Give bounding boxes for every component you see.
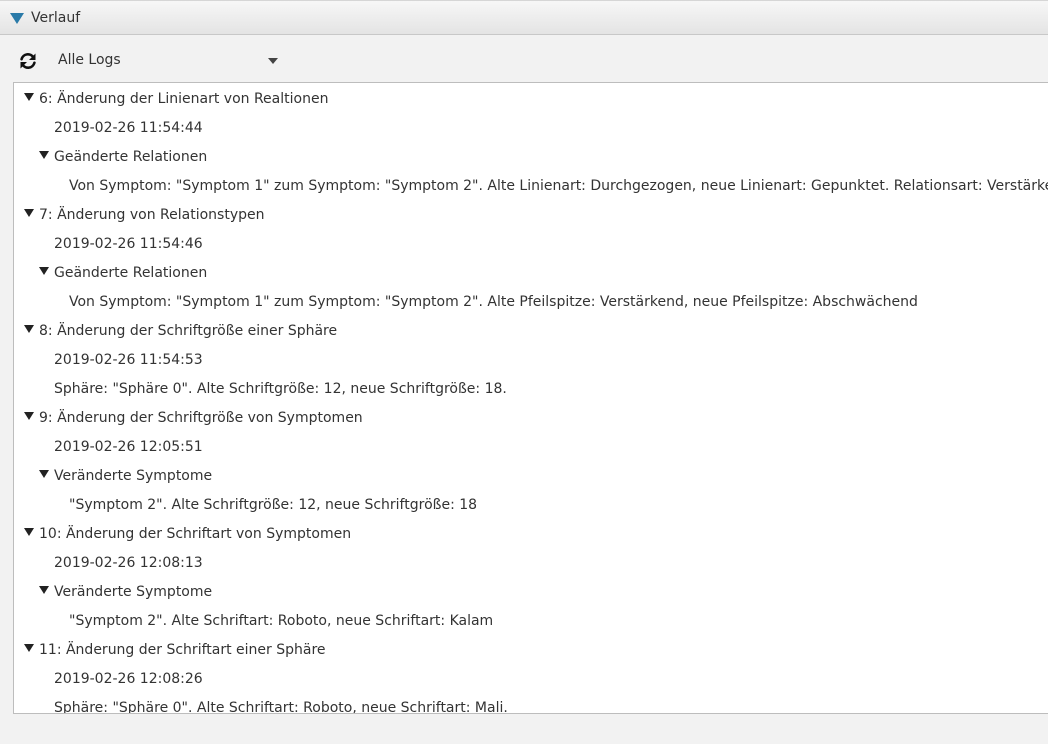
tree-item-timestamp[interactable]: 2019-02-26 11:54:53 [54, 346, 203, 375]
tree-item-detail[interactable]: Sphäre: "Sphäre 0". Alte Schriftart: Rob… [54, 694, 508, 713]
tree-item-timestamp[interactable]: 2019-02-26 11:54:46 [54, 230, 203, 259]
tree-item-entry-header[interactable]: 6: Änderung der Linienart von Realtionen [24, 85, 328, 114]
tree-item-entry-header[interactable]: 11: Änderung der Schriftart einer Sphäre [24, 636, 326, 665]
expanded-triangle-icon[interactable] [39, 267, 49, 275]
chevron-down-icon[interactable] [268, 58, 278, 64]
expanded-triangle-icon[interactable] [39, 586, 49, 594]
tree-item-detail[interactable]: "Symptom 2". Alte Schriftart: Roboto, ne… [69, 607, 493, 636]
tree-item-timestamp[interactable]: 2019-02-26 12:08:13 [54, 549, 203, 578]
tree-item-entry-header[interactable]: 7: Änderung von Relationstypen [24, 201, 264, 230]
toolbar: Alle Logs [0, 36, 1048, 82]
tree-item-timestamp[interactable]: 2019-02-26 12:08:26 [54, 665, 203, 694]
tree-item-detail[interactable]: "Symptom 2". Alte Schriftgröße: 12, neue… [69, 491, 477, 520]
tree-item-timestamp[interactable]: 2019-02-26 11:54:44 [54, 114, 203, 143]
panel-title: Verlauf [31, 10, 81, 26]
tree-item-entry-header[interactable]: 8: Änderung der Schriftgröße einer Sphär… [24, 317, 337, 346]
tree-item-detail[interactable]: Von Symptom: "Symptom 1" zum Symptom: "S… [69, 172, 1048, 201]
log-filter-value: Alle Logs [58, 52, 121, 68]
panel-titlebar[interactable]: Verlauf [0, 0, 1048, 35]
bottom-bar [0, 714, 1048, 744]
expanded-triangle-icon[interactable] [24, 528, 34, 536]
tree-item-group[interactable]: Veränderte Symptome [39, 578, 212, 607]
collapse-triangle-icon[interactable] [10, 13, 24, 24]
history-tree[interactable]: 6: Änderung der Linienart von Realtionen… [13, 82, 1048, 714]
expanded-triangle-icon[interactable] [39, 151, 49, 159]
tree-item-detail[interactable]: Von Symptom: "Symptom 1" zum Symptom: "S… [69, 288, 918, 317]
history-window: Verlauf Alle Logs 6: Änderung der Linien… [0, 0, 1048, 744]
expanded-triangle-icon[interactable] [24, 325, 34, 333]
tree-item-entry-header[interactable]: 10: Änderung der Schriftart von Symptome… [24, 520, 351, 549]
tree-item-timestamp[interactable]: 2019-02-26 12:05:51 [54, 433, 203, 462]
refresh-icon[interactable] [18, 51, 38, 71]
tree-item-detail[interactable]: Sphäre: "Sphäre 0". Alte Schriftgröße: 1… [54, 375, 507, 404]
expanded-triangle-icon[interactable] [24, 644, 34, 652]
expanded-triangle-icon[interactable] [24, 93, 34, 101]
expanded-triangle-icon[interactable] [24, 412, 34, 420]
tree-item-group[interactable]: Geänderte Relationen [39, 143, 207, 172]
expanded-triangle-icon[interactable] [24, 209, 34, 217]
expanded-triangle-icon[interactable] [39, 470, 49, 478]
tree-item-entry-header[interactable]: 9: Änderung der Schriftgröße von Symptom… [24, 404, 363, 433]
tree-item-group[interactable]: Geänderte Relationen [39, 259, 207, 288]
tree-item-group[interactable]: Veränderte Symptome [39, 462, 212, 491]
log-filter-dropdown[interactable]: Alle Logs [46, 48, 286, 74]
